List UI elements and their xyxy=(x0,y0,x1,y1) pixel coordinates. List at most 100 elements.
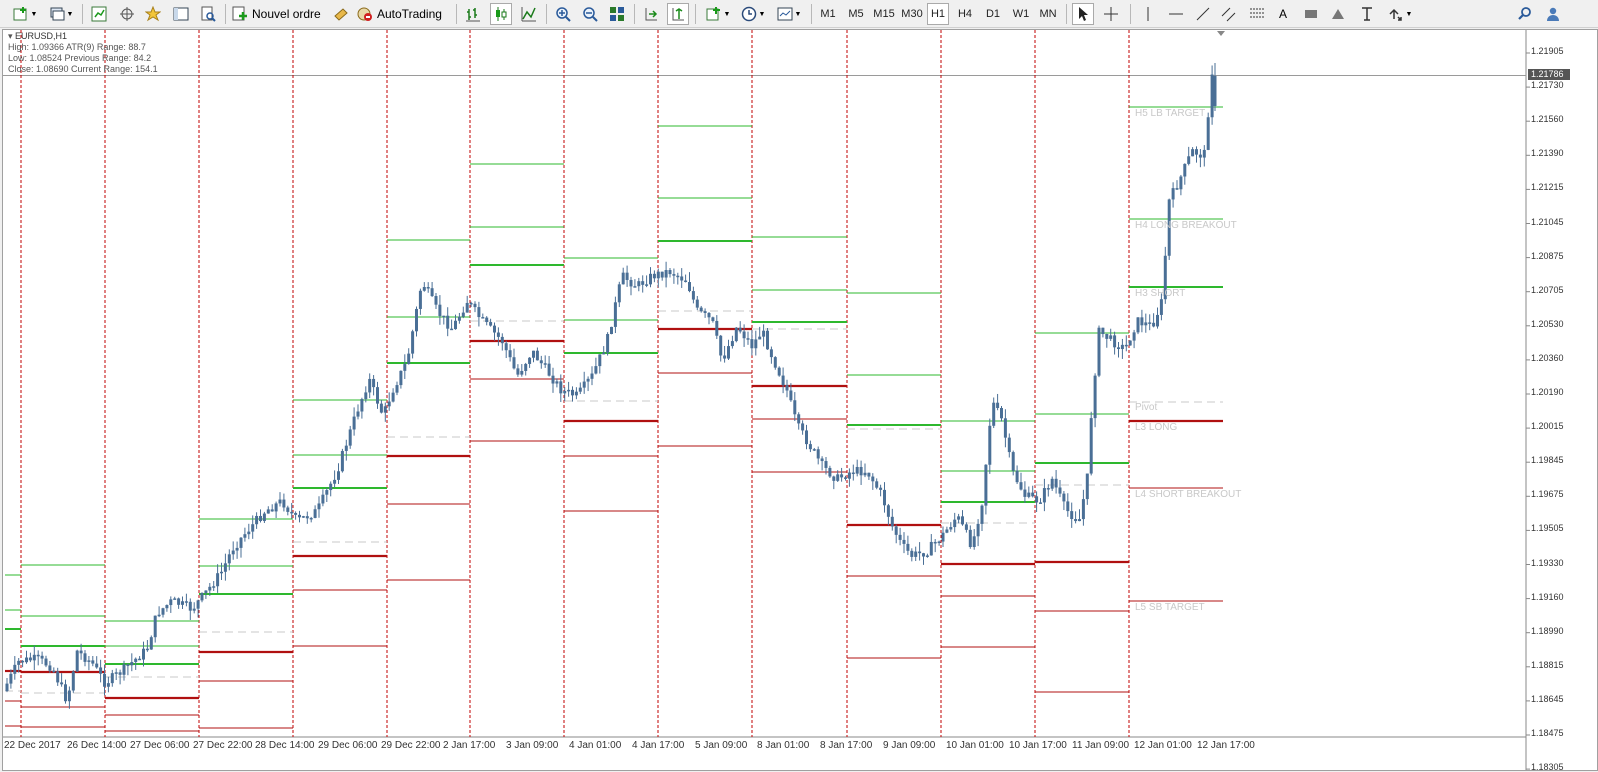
new-order-button[interactable]: Nouvel ordre xyxy=(232,3,324,25)
arrow-up-tool[interactable] xyxy=(1327,3,1349,25)
candle-body xyxy=(352,416,356,430)
price-tick-label: 1.21730 xyxy=(1531,80,1564,91)
candle-body xyxy=(703,311,707,314)
period-separator-tool[interactable] xyxy=(1356,3,1378,25)
market-watch-button[interactable] xyxy=(88,3,110,25)
candle-body xyxy=(469,302,473,305)
candle-body xyxy=(512,357,516,369)
chart-shift-button[interactable] xyxy=(667,3,689,25)
candle-body xyxy=(832,476,836,481)
strategy-tester-button[interactable] xyxy=(197,3,219,25)
autoscroll-button[interactable] xyxy=(640,3,662,25)
timeframe-d1[interactable]: D1 xyxy=(981,3,1005,25)
candle-body xyxy=(422,287,426,291)
candle-body xyxy=(539,360,543,364)
timeframe-h1[interactable]: H1 xyxy=(927,3,949,25)
search-button[interactable] xyxy=(1514,3,1536,25)
collapse-arrow-icon[interactable]: ▾ xyxy=(8,31,13,41)
info-low: Low: 1.08524 Previous Range: 84.2 xyxy=(8,53,152,63)
zoom-in-button[interactable] xyxy=(552,3,574,25)
candlestick-button[interactable] xyxy=(490,3,512,25)
timeframe-m30[interactable]: M30 xyxy=(898,3,926,25)
cursor-tool[interactable] xyxy=(1072,3,1094,25)
search-icon xyxy=(1518,7,1531,20)
candle-body xyxy=(395,385,399,393)
horizontal-line-tool[interactable] xyxy=(1165,3,1187,25)
crosshair-nav-button[interactable] xyxy=(116,3,138,25)
text-tool-label: A xyxy=(1278,7,1287,21)
candle-body xyxy=(1101,327,1105,335)
timeframe-m15[interactable]: M15 xyxy=(870,3,898,25)
bar-chart-button[interactable] xyxy=(462,3,484,25)
candle-body xyxy=(1015,470,1019,483)
candle-body xyxy=(161,608,165,615)
candle-body xyxy=(637,281,641,287)
candle-body xyxy=(863,472,867,476)
candle-body xyxy=(980,505,984,524)
level-label-l4: L4 SHORT BREAKOUT xyxy=(1135,489,1242,500)
candle-body xyxy=(438,304,442,317)
candle-body xyxy=(1062,493,1066,502)
timeframe-m1[interactable]: M1 xyxy=(817,3,839,25)
periods-button[interactable]: ▼ xyxy=(737,3,769,25)
trendline-tool[interactable] xyxy=(1192,3,1214,25)
timeframe-mn[interactable]: MN xyxy=(1036,3,1060,25)
candle-body xyxy=(457,316,461,321)
fibonacci-tool[interactable] xyxy=(1246,3,1268,25)
info-high: High: 1.09366 ATR(9) Range: 88.7 xyxy=(8,42,146,52)
zoom-out-button[interactable] xyxy=(579,3,601,25)
candle-body xyxy=(114,672,118,674)
timeframe-m5[interactable]: M5 xyxy=(844,3,868,25)
autotrading-button[interactable]: AutoTrading xyxy=(357,3,449,25)
candle-body xyxy=(563,391,567,394)
equidistant-channel-tool[interactable] xyxy=(1218,3,1240,25)
chart-window[interactable] xyxy=(2,29,1598,771)
candle-body xyxy=(582,381,586,388)
metaeditor-button[interactable] xyxy=(330,3,352,25)
line-chart-button[interactable] xyxy=(518,3,540,25)
tile-windows-button[interactable] xyxy=(606,3,628,25)
candle-body xyxy=(793,400,797,415)
navigator-icon xyxy=(120,7,134,21)
vertical-line-tool[interactable] xyxy=(1137,3,1159,25)
candle-body xyxy=(411,331,415,354)
candle-body xyxy=(496,332,500,337)
candle-body xyxy=(964,524,968,530)
arrows-tool[interactable]: ▼ xyxy=(1384,3,1416,25)
favorites-button[interactable] xyxy=(142,3,164,25)
candle-body xyxy=(1198,154,1202,158)
text-label-tool[interactable] xyxy=(1300,3,1322,25)
candle-body xyxy=(707,313,711,318)
user-button[interactable] xyxy=(1542,3,1564,25)
candle-body xyxy=(520,370,524,375)
profiles-button[interactable]: ▼ xyxy=(46,3,76,25)
price-chart[interactable] xyxy=(3,30,1597,770)
terminal-button[interactable] xyxy=(170,3,192,25)
crosshair-tool[interactable] xyxy=(1100,3,1122,25)
candle-body xyxy=(356,411,360,417)
candle-body xyxy=(130,662,134,666)
level-label-l5: L5 SB TARGET xyxy=(1135,602,1205,613)
timeframe-w1[interactable]: W1 xyxy=(1009,3,1033,25)
text-label-icon xyxy=(1305,10,1317,18)
chevron-down-icon: ▼ xyxy=(794,10,802,18)
candle-body xyxy=(867,472,871,477)
candle-body xyxy=(781,375,785,386)
candle-body xyxy=(1183,163,1187,177)
date-tick-label: 4 Jan 17:00 xyxy=(632,740,685,751)
triangle-icon xyxy=(1332,9,1344,19)
candle-body xyxy=(1195,149,1198,155)
candle-body xyxy=(699,307,703,312)
candle-body xyxy=(415,308,418,332)
price-tick-label: 1.19675 xyxy=(1531,489,1564,500)
indicators-button[interactable]: ▼ xyxy=(702,3,734,25)
text-tool[interactable]: A xyxy=(1272,3,1294,25)
new-chart-button[interactable]: ▼ xyxy=(8,3,42,25)
templates-button[interactable]: ▼ xyxy=(773,3,805,25)
candle-body xyxy=(364,392,368,400)
candle-body xyxy=(656,271,660,279)
separator xyxy=(456,4,457,24)
timeframe-h4[interactable]: H4 xyxy=(953,3,977,25)
level-label-h5: H5 LB TARGET xyxy=(1135,108,1206,119)
candle-body xyxy=(56,671,60,683)
